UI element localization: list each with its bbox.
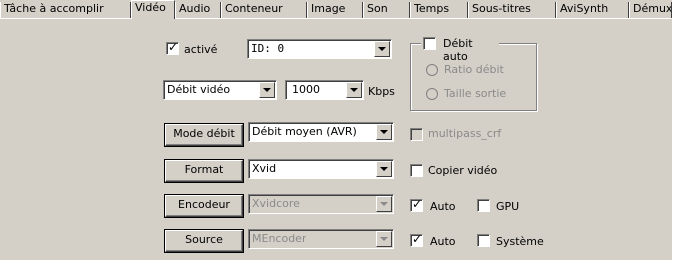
id-select[interactable]: ID: 0 [247,39,392,59]
format-dropdown-button[interactable] [376,161,392,177]
check-mark-icon: ✓ [168,40,179,54]
tab-divider [0,18,672,19]
bitrate-dropdown-button[interactable] [346,82,362,98]
auto-bitrate-legend: Débit auto [421,36,499,63]
source-select[interactable]: MEncoder [248,229,394,249]
rate-control-select[interactable]: Débit moyen (AVR) [248,122,394,142]
id-select-dropdown-button[interactable] [374,41,390,57]
bitrate-mode-dropdown-button[interactable] [259,82,275,98]
encoder-value: Xvidcore [252,197,300,210]
source-auto-label: Auto [430,235,456,248]
bitrate-select[interactable]: 1000 [285,80,364,100]
chevron-down-icon [380,237,388,241]
source-value: MEncoder [252,232,307,245]
encoder-auto-label: Auto [430,200,456,213]
system-label: Système [496,235,544,248]
source-auto-checkbox[interactable]: ✓ [410,232,423,247]
chevron-down-icon [380,202,388,206]
copy-video-label: Copier vidéo [428,164,498,177]
output-size-label: Taille sortie [444,87,507,100]
bitrate-mode-value: Débit vidéo [167,83,231,96]
chevron-down-icon [380,130,388,134]
id-select-value: ID: 0 [251,42,285,55]
active-label: activé [184,43,218,56]
format-select[interactable]: Xvid [248,159,394,179]
encoder-select[interactable]: Xvidcore [248,194,394,214]
tab-time[interactable]: Temps [410,2,468,18]
encoder-auto-checkbox[interactable]: ✓ [410,197,423,212]
auto-bitrate-checkbox[interactable] [423,37,436,50]
multipass-crf-checkbox[interactable] [410,128,423,141]
ratio-bitrate-label: Ratio débit [444,63,504,76]
tab-subtitles[interactable]: Sous-titres [468,2,556,18]
tab-task[interactable]: Tâche à accomplir [0,2,131,18]
tab-demux[interactable]: Démuxer [629,2,672,18]
check-mark-icon: ✓ [412,197,423,211]
multipass-crf-label: multipass_crf [428,127,502,140]
format-value: Xvid [252,162,277,175]
auto-bitrate-label: Débit auto [443,37,473,63]
video-options-panel: Tâche à accomplir Vidéo Audio Conteneur … [0,0,672,260]
output-size-radio[interactable] [426,88,438,100]
ratio-bitrate-radio[interactable] [426,64,438,76]
system-checkbox[interactable] [477,234,490,247]
tab-container[interactable]: Conteneur [221,2,307,18]
rate-control-dropdown-button[interactable] [376,124,392,140]
chevron-down-icon [350,88,358,92]
bitrate-value: 1000 [292,83,320,96]
source-dropdown-button[interactable] [376,231,392,247]
rate-control-value: Débit moyen (AVR) [252,125,357,138]
format-button[interactable]: Format [165,160,243,182]
bitrate-mode-select[interactable]: Débit vidéo [163,80,277,100]
tab-avisynth[interactable]: AviSynth [556,2,629,18]
copy-video-checkbox[interactable] [410,164,423,177]
bitrate-mode-button[interactable]: Mode débit [165,124,243,146]
chevron-down-icon [380,167,388,171]
active-checkbox[interactable]: ✓ [166,40,179,55]
bitrate-unit-label: Kbps [368,85,395,98]
gpu-checkbox[interactable] [477,199,490,212]
tab-video[interactable]: Vidéo [131,0,175,19]
encoder-dropdown-button[interactable] [376,196,392,212]
tab-audio[interactable]: Audio [175,2,221,18]
check-mark-icon: ✓ [412,232,423,246]
window-edge [672,0,678,260]
chevron-down-icon [378,47,386,51]
gpu-label: GPU [496,200,520,213]
tab-bar: Tâche à accomplir Vidéo Audio Conteneur … [0,0,672,19]
source-button[interactable]: Source [165,230,243,252]
tab-image[interactable]: Image [307,2,363,18]
tab-sound[interactable]: Son [363,2,410,18]
chevron-down-icon [263,88,271,92]
encoder-button[interactable]: Encodeur [165,195,243,217]
